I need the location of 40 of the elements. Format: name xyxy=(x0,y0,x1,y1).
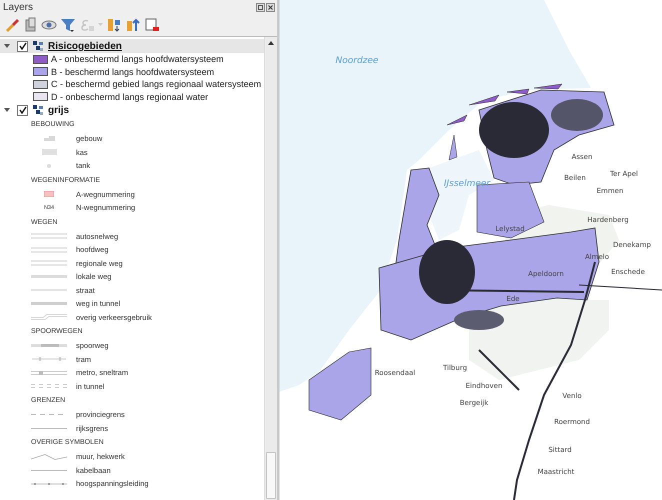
legend-symbol xyxy=(31,370,67,375)
close-icon[interactable] xyxy=(266,3,275,12)
legend-label: A - onbeschermd langs hoofdwatersysteem xyxy=(51,54,224,64)
legend-symbol xyxy=(31,344,67,348)
layer-checkbox[interactable] xyxy=(17,40,28,52)
legend-symbol xyxy=(31,384,67,388)
legend-symbol xyxy=(31,260,67,266)
legend-symbol xyxy=(31,302,67,306)
map-label: Noordzee xyxy=(336,56,378,66)
legend-symbol xyxy=(42,149,56,156)
float-icon[interactable] xyxy=(256,3,265,12)
legend-symbol xyxy=(44,191,54,198)
filter-icon[interactable] xyxy=(60,17,76,33)
expression-icon xyxy=(79,17,95,33)
legend-symbol xyxy=(47,164,51,168)
caret-icon xyxy=(98,23,103,27)
expand-all-icon[interactable] xyxy=(106,17,122,33)
legend-label: B - beschermd langs hoofdwatersysteem xyxy=(51,66,214,77)
legend-symbol xyxy=(31,246,67,253)
legend-symbol xyxy=(31,233,67,240)
map-drawing[interactable] xyxy=(279,0,662,500)
raster-layer-icon xyxy=(33,104,44,116)
legend-label: C - beschermd gebied langs regionaal watersysteem xyxy=(51,79,262,90)
remove-layer-icon[interactable] xyxy=(144,17,160,33)
panel-title: Layers xyxy=(3,2,34,13)
layer-name[interactable]: grijs xyxy=(48,104,70,116)
scrollbar-thumb[interactable] xyxy=(266,452,276,499)
collapse-all-icon[interactable] xyxy=(125,17,141,33)
legend-symbol xyxy=(44,136,54,142)
layer-checkbox[interactable] xyxy=(17,104,28,116)
legend-label: D - onbeschermd langs regionaal water xyxy=(51,92,208,102)
legend-symbol xyxy=(31,454,67,460)
legend-symbol xyxy=(31,482,67,485)
raster-layer-icon xyxy=(33,40,44,52)
map-label: IJsselmeer xyxy=(444,179,490,189)
legend-symbol xyxy=(31,314,67,320)
checkmark-icon xyxy=(18,106,26,114)
legend-symbol xyxy=(32,357,66,362)
checkmark-icon xyxy=(18,42,26,50)
legend-symbol xyxy=(31,275,67,278)
